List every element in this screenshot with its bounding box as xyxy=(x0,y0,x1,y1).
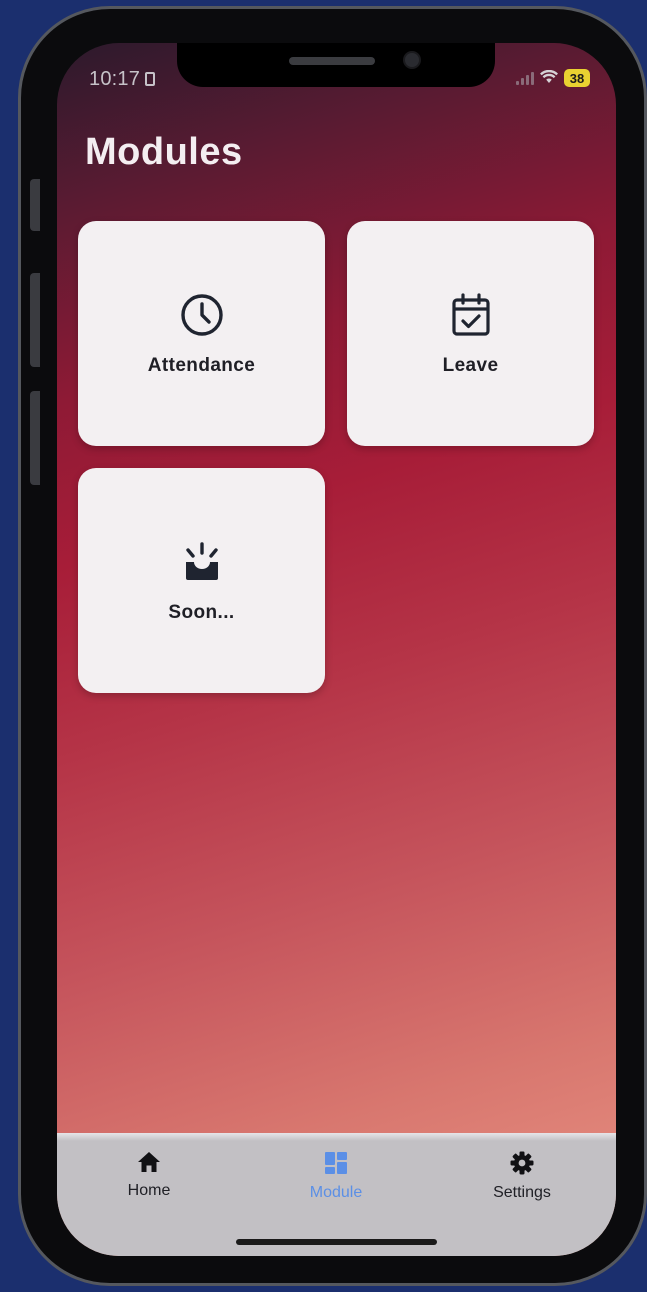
module-card-attendance[interactable]: Attendance xyxy=(78,221,325,446)
notch xyxy=(177,43,495,87)
tab-label-settings: Settings xyxy=(493,1184,551,1201)
status-indicators: 38 xyxy=(516,69,590,87)
tab-module[interactable]: Module xyxy=(261,1151,411,1202)
calendar-check-icon xyxy=(451,292,490,336)
tab-home[interactable]: Home xyxy=(74,1151,224,1200)
volume-up-button xyxy=(30,273,40,367)
gear-icon xyxy=(510,1151,534,1175)
wifi-icon xyxy=(540,69,558,87)
grid-icon xyxy=(325,1152,347,1174)
clock-icon xyxy=(180,293,223,336)
module-card-soon[interactable]: Soon... xyxy=(78,468,325,693)
bottom-tab-bar: Home Module Settings xyxy=(57,1133,616,1256)
module-label-attendance: Attendance xyxy=(147,354,256,376)
module-card-leave[interactable]: Leave xyxy=(347,221,594,446)
sim-icon xyxy=(145,72,156,86)
front-camera xyxy=(405,53,419,67)
app-screen: 10:17 38 Modules Attendance Leave Soon..… xyxy=(57,43,616,1256)
silent-switch xyxy=(30,179,40,231)
module-label-soon: Soon... xyxy=(168,601,235,623)
home-indicator xyxy=(236,1239,437,1245)
module-label-leave: Leave xyxy=(442,354,499,376)
tab-settings[interactable]: Settings xyxy=(447,1151,597,1202)
tab-label-home: Home xyxy=(127,1182,171,1199)
speaker xyxy=(289,57,375,65)
volume-down-button xyxy=(30,391,40,485)
tab-label-module: Module xyxy=(309,1184,363,1201)
status-time-text: 10:17 xyxy=(89,68,141,90)
home-icon xyxy=(138,1152,160,1172)
battery-icon: 38 xyxy=(564,69,590,87)
coming-soon-icon xyxy=(185,541,218,580)
status-bar-time: 10:17 xyxy=(89,68,156,91)
signal-icon xyxy=(516,71,534,85)
page-title: Modules xyxy=(85,131,243,173)
